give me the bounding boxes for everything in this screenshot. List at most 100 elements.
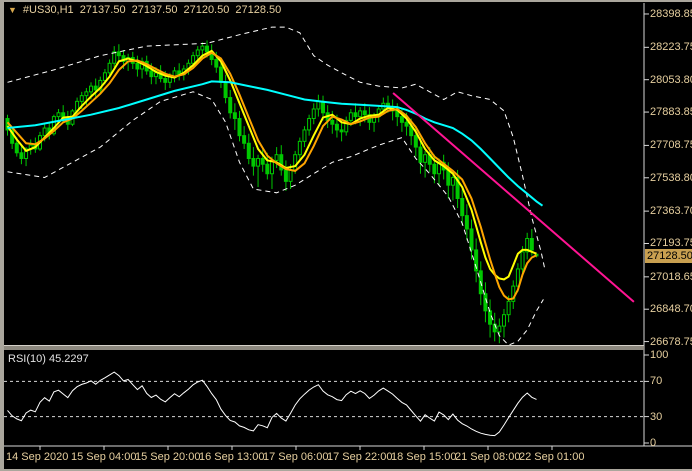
candle-body <box>284 170 287 181</box>
candle-body <box>354 113 357 117</box>
rsi-scale-label: 70 <box>650 375 662 387</box>
candle-body <box>298 141 301 154</box>
time-axis-label: 22 Sep 01:00 <box>519 451 584 463</box>
candle-body <box>289 170 292 181</box>
candle-body <box>206 46 209 52</box>
candle-body <box>405 122 408 126</box>
candle-body <box>229 98 232 113</box>
pane-separator[interactable] <box>4 345 644 350</box>
candle-body <box>261 159 264 165</box>
candle-body <box>275 155 278 161</box>
candle-body <box>113 52 116 63</box>
candle-body <box>489 311 492 324</box>
price-axis-label: 26848.70 <box>650 303 692 315</box>
rsi-line <box>8 372 537 436</box>
candle-body <box>43 128 46 136</box>
candle-body <box>85 92 88 96</box>
chart-canvas[interactable] <box>0 0 692 471</box>
candle-body <box>433 164 436 174</box>
candle-body <box>243 136 246 144</box>
candle-body <box>154 73 157 77</box>
time-axis-label: 17 Sep 22:00 <box>327 451 392 463</box>
rsi-scale-label: 30 <box>650 411 662 423</box>
symbol-dropdown-icon: ▼ <box>8 5 17 15</box>
candle-body <box>80 96 83 102</box>
time-axis-label: 15 Sep 04:00 <box>71 451 136 463</box>
candle-body <box>461 198 464 215</box>
candle-body <box>201 46 204 50</box>
candle-body <box>414 136 417 147</box>
candle-body <box>498 326 501 332</box>
price-axis-label: 27193.75 <box>650 237 692 249</box>
candle-body <box>424 155 427 163</box>
candle-body <box>192 56 195 64</box>
price-axis-label: 27708.75 <box>650 139 692 151</box>
candle-body <box>247 143 250 158</box>
candle-body <box>340 130 343 132</box>
candle-body <box>312 109 315 119</box>
candle-body <box>349 113 352 121</box>
candle-body <box>238 119 241 136</box>
rsi-scale-label: 0 <box>650 437 656 449</box>
candle-body <box>419 147 422 162</box>
current-price-tag: 27128.50 <box>645 249 692 263</box>
time-axis-label: 21 Sep 08:00 <box>455 451 520 463</box>
candle-body <box>150 71 153 77</box>
price-axis-label: 27538.80 <box>650 172 692 184</box>
candle-body <box>233 113 236 119</box>
candle-body <box>164 79 167 83</box>
candle-body <box>136 63 139 69</box>
candle-body <box>196 50 199 56</box>
candle-body <box>219 67 222 82</box>
candle-body <box>363 111 366 115</box>
candle-body <box>507 301 510 314</box>
bb_lower-line <box>8 92 544 345</box>
candle-body <box>530 238 533 249</box>
candle-body <box>224 82 227 97</box>
chart-title: ▼ #US30,H1 27137.50 27137.50 27120.50 27128.5… <box>8 4 287 16</box>
price-axis-label: 27363.70 <box>650 205 692 217</box>
candle-body <box>308 119 311 130</box>
price-axis-label: 28053.80 <box>650 74 692 86</box>
price-axis-label: 28223.75 <box>650 41 692 53</box>
candle-body <box>331 120 334 124</box>
candle-body <box>447 170 450 185</box>
candle-body <box>252 159 255 167</box>
candle-body <box>502 315 505 326</box>
low-value: 27120.50 <box>183 4 229 16</box>
trendline-line <box>393 93 634 302</box>
time-axis-label: 14 Sep 2020 <box>6 451 68 463</box>
candle-body <box>257 159 260 167</box>
candle-body <box>451 178 454 186</box>
close-value: 27128.50 <box>235 4 281 16</box>
chart-window: ▼ #US30,H1 27137.50 27137.50 27120.50 27128.5… <box>0 0 692 471</box>
time-axis-label: 17 Sep 06:00 <box>263 451 328 463</box>
candle-body <box>470 229 473 250</box>
candle-body <box>335 124 338 130</box>
window-frame-top <box>0 0 692 2</box>
candle-body <box>90 86 93 92</box>
candle-body <box>303 130 306 141</box>
candle-body <box>400 117 403 123</box>
open-value: 27137.50 <box>80 4 126 16</box>
candle-body <box>465 216 468 229</box>
candle-body <box>94 86 97 90</box>
high-value: 27137.50 <box>132 4 178 16</box>
time-axis-label: 15 Sep 20:00 <box>135 451 200 463</box>
candle-body <box>117 52 120 56</box>
price-axis-label: 28398.85 <box>650 8 692 20</box>
price-axis-label: 27018.65 <box>650 271 692 283</box>
candle-body <box>57 113 60 117</box>
time-axis-label: 16 Sep 13:00 <box>199 451 264 463</box>
candle-body <box>521 252 524 269</box>
candle-body <box>317 101 320 109</box>
candle-body <box>294 155 297 170</box>
candle-body <box>266 164 269 174</box>
rsi-scale-label: 100 <box>650 349 668 361</box>
window-frame-left <box>0 0 4 471</box>
candle-body <box>359 111 362 117</box>
candle-body <box>322 101 325 112</box>
candle-body <box>215 59 218 67</box>
time-axis-label: 18 Sep 15:00 <box>391 451 456 463</box>
symbol-period-label: #US30,H1 <box>23 4 74 16</box>
